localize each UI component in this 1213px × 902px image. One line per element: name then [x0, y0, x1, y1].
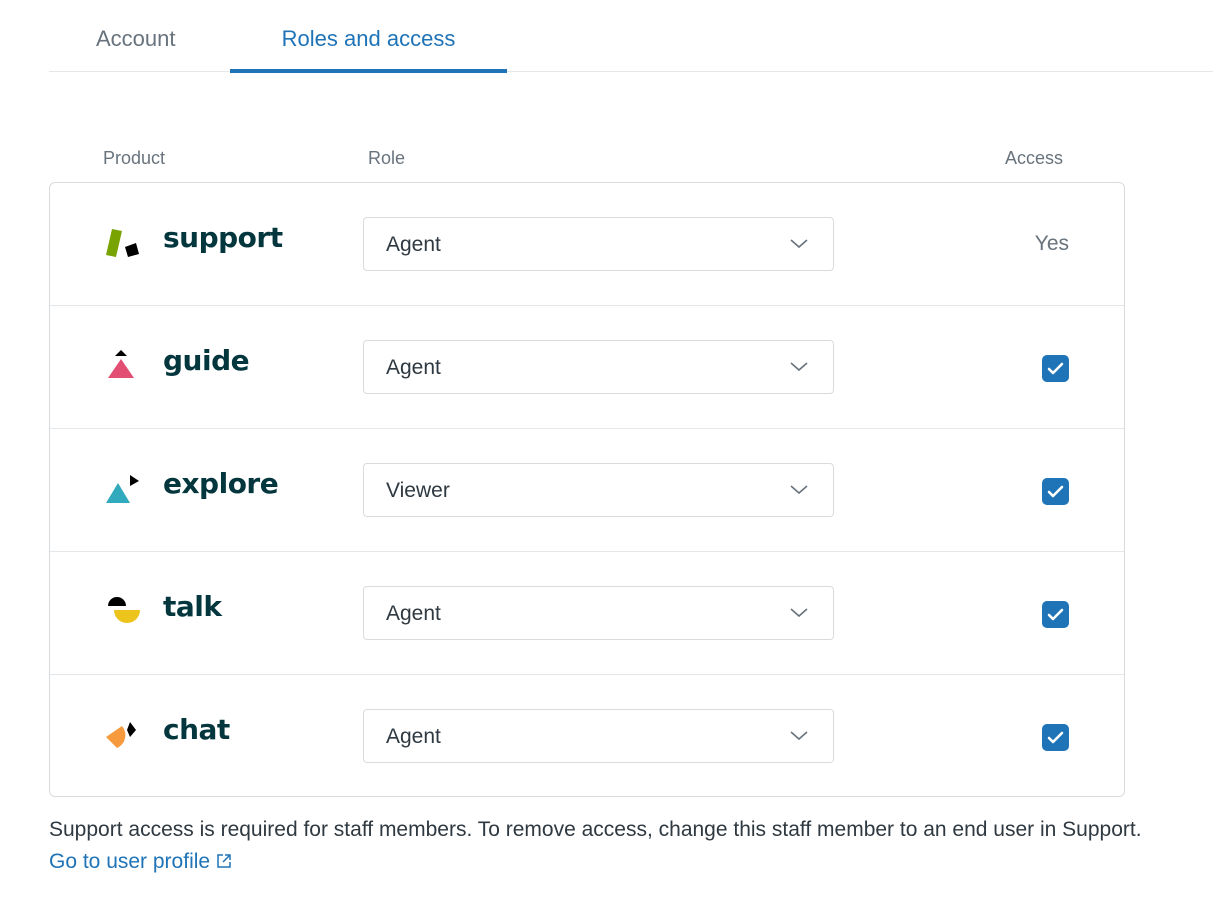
table-row-guide: guide Agent — [50, 306, 1124, 429]
role-select-talk[interactable]: Agent — [363, 586, 834, 640]
role-select-explore[interactable]: Viewer — [363, 463, 834, 517]
role-select-value: Agent — [386, 602, 441, 625]
tab-bar: Account Roles and access — [49, 0, 1213, 73]
column-header-product: Product — [103, 148, 166, 168]
column-header-access: Access — [1005, 148, 1064, 168]
column-header-role: Role — [368, 148, 406, 168]
checkmark-icon — [1047, 608, 1064, 621]
tab-account[interactable]: Account — [96, 26, 176, 72]
support-logo-icon — [106, 229, 139, 257]
checkmark-icon — [1047, 485, 1064, 498]
table-row-talk: talk Agent — [50, 552, 1124, 675]
go-to-user-profile-link[interactable]: Go to user profile — [49, 850, 232, 873]
table-row-support: support Agent Yes — [50, 183, 1124, 306]
checkmark-icon — [1047, 362, 1064, 375]
tab-roles-and-access[interactable]: Roles and access — [230, 26, 507, 73]
explore-logo-icon — [106, 475, 139, 503]
chevron-down-icon — [790, 731, 808, 741]
chat-logo-icon — [106, 722, 136, 748]
link-label: Go to user profile — [49, 850, 211, 873]
product-name: chat — [163, 713, 230, 746]
role-select-value: Viewer — [386, 479, 450, 502]
access-checkbox-explore[interactable] — [1042, 478, 1069, 505]
role-select-guide[interactable]: Agent — [363, 340, 834, 394]
access-checkbox-chat[interactable] — [1042, 724, 1069, 751]
table-row-chat: chat Agent — [50, 675, 1124, 798]
chevron-down-icon — [790, 608, 808, 618]
checkmark-icon — [1047, 731, 1064, 744]
chevron-down-icon — [790, 485, 808, 495]
product-name: talk — [163, 590, 222, 623]
roles-table: support Agent Yes guide Agent explore Vi… — [49, 182, 1125, 797]
role-select-value: Agent — [386, 233, 441, 256]
chevron-down-icon — [790, 362, 808, 372]
role-select-support[interactable]: Agent — [363, 217, 834, 271]
chevron-down-icon — [790, 239, 808, 249]
product-name: guide — [163, 344, 250, 377]
access-checkbox-talk[interactable] — [1042, 601, 1069, 628]
note-text: Support access is required for staff mem… — [49, 818, 1142, 841]
role-select-value: Agent — [386, 356, 441, 379]
access-value: Yes — [1034, 232, 1069, 255]
role-select-value: Agent — [386, 725, 441, 748]
external-link-icon — [217, 854, 231, 868]
table-row-explore: explore Viewer — [50, 429, 1124, 552]
product-name: explore — [163, 467, 279, 500]
talk-logo-icon — [108, 597, 140, 623]
guide-logo-icon — [108, 350, 134, 378]
role-select-chat[interactable]: Agent — [363, 709, 834, 763]
access-checkbox-guide[interactable] — [1042, 355, 1069, 382]
support-access-note: Support access is required for staff mem… — [49, 814, 1149, 878]
product-name: support — [163, 221, 283, 254]
